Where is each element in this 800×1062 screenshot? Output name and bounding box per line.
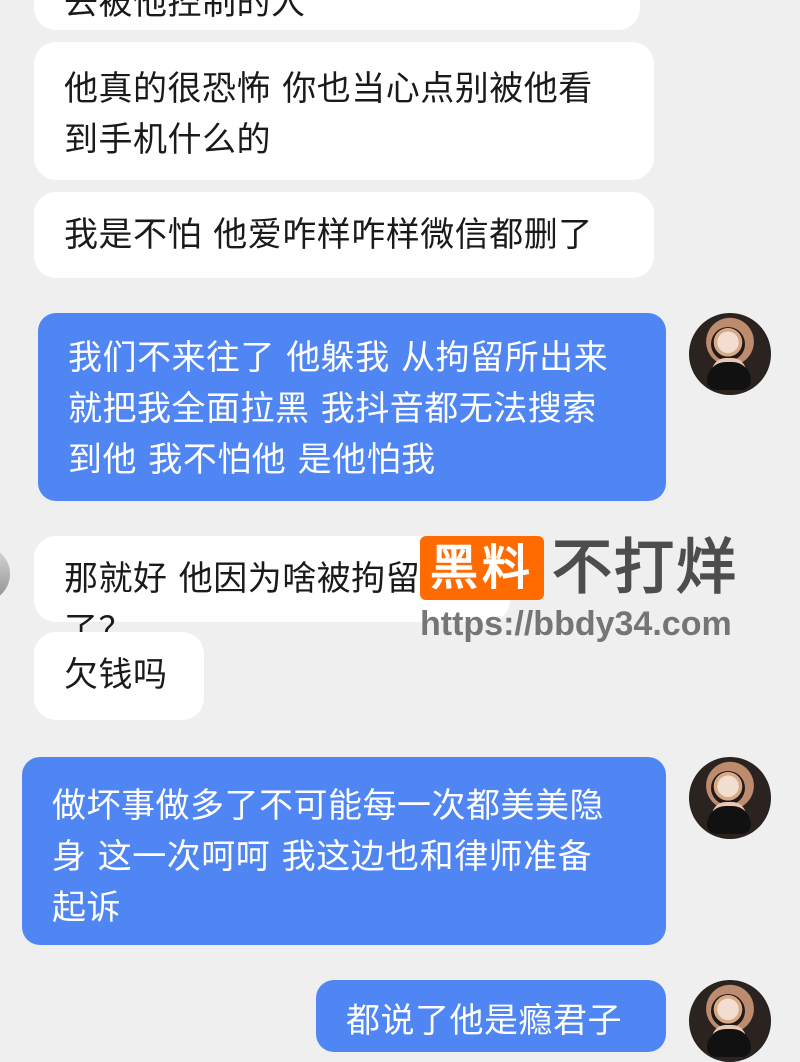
chat-message-bubble[interactable]: 都说了他是瘾君子 [316, 980, 666, 1052]
chat-message-bubble[interactable]: 做坏事做多了不可能每一次都美美隐 身 这一次呵呵 我这边也和律师准备 起诉 [22, 757, 666, 945]
chat-screen: 去被他控制的人 他真的很恐怖 你也当心点别被他看 到手机什么的 我是不怕 他爱咋… [0, 0, 800, 1062]
chat-message-bubble[interactable]: 那就好 他因为啥被拘留了？ [34, 536, 510, 650]
chat-message-bubble[interactable]: 欠钱吗 [34, 632, 204, 720]
chat-message-bubble[interactable]: 我们不来往了 他躲我 从拘留所出来 就把我全面拉黑 我抖音都无法搜索 到他 我不… [38, 313, 666, 501]
user-avatar[interactable] [689, 757, 771, 839]
chat-message-bubble[interactable]: 去被他控制的人 [34, 0, 640, 30]
watermark-text: 不打烊 [552, 533, 738, 603]
user-avatar[interactable] [689, 980, 771, 1062]
chat-message-bubble[interactable]: 我是不怕 他爱咋样咋样微信都删了 [34, 192, 654, 278]
user-avatar[interactable] [689, 313, 771, 395]
chat-message-bubble[interactable]: 他真的很恐怖 你也当心点别被他看 到手机什么的 [34, 42, 654, 180]
contact-avatar[interactable] [0, 546, 10, 602]
